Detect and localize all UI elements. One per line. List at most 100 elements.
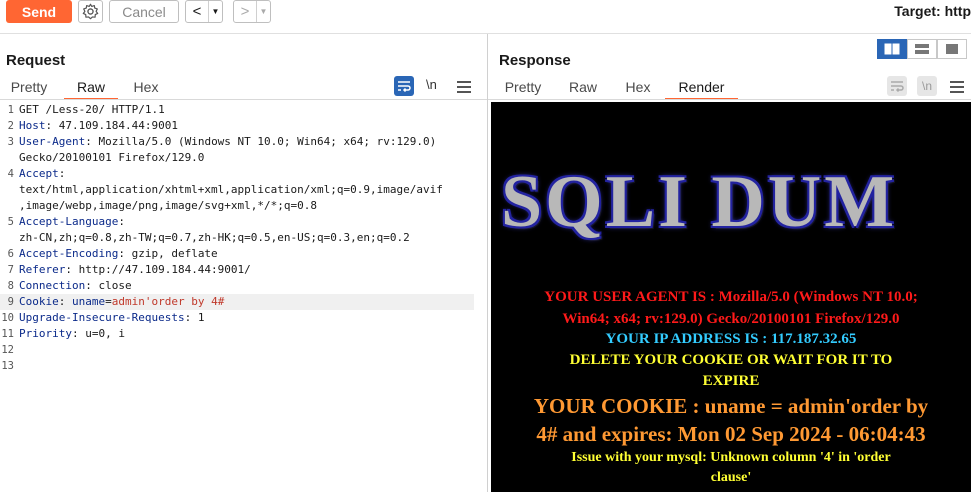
toolbar: Send Cancel < ▼ > ▼ Target: http (0, 0, 971, 26)
rendered-response: SQLI DUM YOUR USER AGENT IS : Mozilla/5.… (491, 102, 971, 492)
layout-single-button[interactable] (937, 39, 967, 59)
request-line[interactable]: 5 Accept-Language: (0, 214, 487, 230)
line-number: 11 (1, 328, 14, 340)
header-value: : u=0, i (71, 327, 125, 340)
request-line[interactable]: zh-CN,zh;q=0.8,zh-TW;q=0.7,zh-HK;q=0.5,e… (0, 230, 487, 246)
request-line[interactable]: 2 Host: 47.109.184.44:9001 (0, 118, 487, 134)
header-name: Accept (19, 167, 59, 180)
cancel-button[interactable]: Cancel (109, 0, 179, 23)
request-line[interactable]: 11 Priority: u=0, i (0, 326, 487, 342)
request-line[interactable]: 7 Referer: http://47.109.184.44:9001/ (0, 262, 487, 278)
line-text: text/html,application/xhtml+xml,applicat… (19, 182, 443, 198)
header-value: zh-CN,zh;q=0.8,zh-TW;q=0.7,zh-HK;q=0.5,e… (19, 231, 410, 244)
line-text: Referer: http://47.109.184.44:9001/ (19, 262, 251, 278)
line-text: Accept: (19, 166, 65, 182)
wrap-lines-icon (398, 81, 411, 92)
request-newline-toggle[interactable]: \n (426, 77, 437, 92)
tab-response-pretty[interactable]: Pretty (499, 79, 547, 100)
columns-icon (884, 43, 900, 55)
header-name: Accept-Language (19, 215, 119, 228)
line-text: Upgrade-Insecure-Requests: 1 (19, 310, 204, 326)
user-agent-line-1: YOUR USER AGENT IS : Mozilla/5.0 (Window… (544, 289, 918, 305)
header-value: text/html,application/xhtml+xml,applicat… (19, 183, 443, 196)
back-history-dropdown[interactable]: ▼ (208, 1, 222, 22)
tab-request-raw[interactable]: Raw (64, 79, 118, 100)
send-button[interactable]: Send (6, 0, 72, 23)
header-value: : http://47.109.184.44:9001/ (65, 263, 251, 276)
layout-view-switch (877, 39, 969, 59)
request-editor[interactable]: 1 GET /Less-20/ HTTP/1.1 2 Host: 47.109.184… (0, 102, 487, 492)
line-number: 3 (7, 136, 14, 148)
request-menu-icon[interactable] (457, 81, 471, 93)
user-agent-line-2: Win64; x64; rv:129.0) Gecko/20100101 Fir… (562, 311, 900, 327)
header-value: GET /Less-20/ HTTP/1.1 (19, 103, 165, 116)
gear-icon (82, 3, 99, 20)
layout-stacked-button[interactable] (907, 39, 937, 59)
target-label[interactable]: Target: http (894, 3, 971, 19)
tab-request-pretty[interactable]: Pretty (6, 79, 52, 100)
header-name: Cookie (19, 295, 59, 308)
header-value: : gzip, deflate (118, 247, 218, 260)
line-text: ,image/webp,image/png,image/svg+xml,*/*;… (19, 198, 317, 214)
line-text: Gecko/20100101 Firefox/129.0 (19, 150, 204, 166)
response-title: Response (499, 52, 571, 69)
request-wrap-toggle[interactable] (394, 76, 414, 96)
header-name: Accept-Encoding (19, 247, 119, 260)
forward-history-dropdown[interactable]: ▼ (256, 1, 270, 22)
request-line[interactable]: 12 (0, 342, 487, 358)
delete-cookie-line-1: DELETE YOUR COOKIE OR WAIT FOR IT TO (569, 352, 893, 368)
request-line[interactable]: 4 Accept: (0, 166, 487, 182)
header-value: : (58, 167, 66, 180)
layout-side-by-side-button[interactable] (877, 39, 907, 59)
forward-button[interactable]: > (234, 1, 256, 22)
request-line[interactable]: 9 Cookie: uname=admin'order by 4# (0, 294, 474, 310)
request-line[interactable]: ,image/webp,image/png,image/svg+xml,*/*;… (0, 198, 487, 214)
request-line[interactable]: 3 User-Agent: Mozilla/5.0 (Windows NT 10.… (0, 134, 487, 150)
line-number: 12 (1, 344, 14, 356)
line-number: 8 (7, 280, 14, 292)
header-name: Connection (19, 279, 86, 292)
chevron-left-icon: < (192, 3, 202, 20)
header-name: User-Agent (19, 135, 86, 148)
header-name: Referer (19, 263, 66, 276)
back-button[interactable]: < (186, 1, 208, 22)
request-line[interactable]: 8 Connection: close (0, 278, 487, 294)
header-value: : Mozilla/5.0 (Windows NT 10.0; Win64; x… (85, 135, 437, 148)
header-value: : close (85, 279, 132, 292)
header-value: : (58, 295, 72, 308)
tab-response-hex[interactable]: Hex (618, 79, 658, 100)
header-name: Priority (19, 327, 72, 340)
request-line[interactable]: 13 (0, 358, 487, 374)
response-menu-icon[interactable] (950, 81, 964, 93)
request-line[interactable]: text/html,application/xhtml+xml,applicat… (0, 182, 487, 198)
square-icon (946, 44, 958, 54)
wrap-lines-icon (891, 81, 904, 92)
response-newline-toggle[interactable]: \n (917, 76, 937, 96)
chevron-right-icon: > (240, 3, 250, 20)
request-line[interactable]: Gecko/20100101 Firefox/129.0 (0, 150, 487, 166)
settings-button[interactable] (78, 0, 103, 23)
cookie-line-2: 4# and expires: Mon 02 Sep 2024 - 06:04:… (536, 422, 926, 446)
line-number: 13 (1, 360, 14, 372)
request-line[interactable]: 6 Accept-Encoding: gzip, deflate (0, 246, 487, 262)
header-value: : 47.109.184.44:9001 (45, 119, 178, 132)
cookie-value: admin'order by 4# (111, 295, 225, 308)
tab-request-hex[interactable]: Hex (126, 79, 166, 100)
ip-address-line: YOUR IP ADDRESS IS : 117.187.32.65 (605, 331, 857, 347)
line-number: 4 (7, 168, 14, 180)
request-line[interactable]: 1 GET /Less-20/ HTTP/1.1 (0, 102, 487, 118)
response-wrap-toggle[interactable] (887, 76, 907, 96)
pane-divider[interactable] (487, 34, 488, 492)
line-number: 2 (7, 120, 14, 132)
line-text: zh-CN,zh;q=0.8,zh-TW;q=0.7,zh-HK;q=0.5,e… (19, 230, 410, 246)
tab-response-render[interactable]: Render (665, 79, 738, 100)
delete-cookie-line-2: EXPIRE (702, 373, 760, 389)
tab-response-raw[interactable]: Raw (563, 79, 603, 100)
request-tab-underline (0, 99, 487, 100)
line-text: Accept-Language: (19, 214, 125, 230)
mysql-error-line-1: Issue with your mysql: Unknown column '4… (571, 450, 891, 465)
request-title: Request (6, 52, 66, 69)
rows-icon (915, 44, 929, 54)
forward-nav-group: > ▼ (233, 0, 271, 23)
request-line[interactable]: 10 Upgrade-Insecure-Requests: 1 (0, 310, 487, 326)
